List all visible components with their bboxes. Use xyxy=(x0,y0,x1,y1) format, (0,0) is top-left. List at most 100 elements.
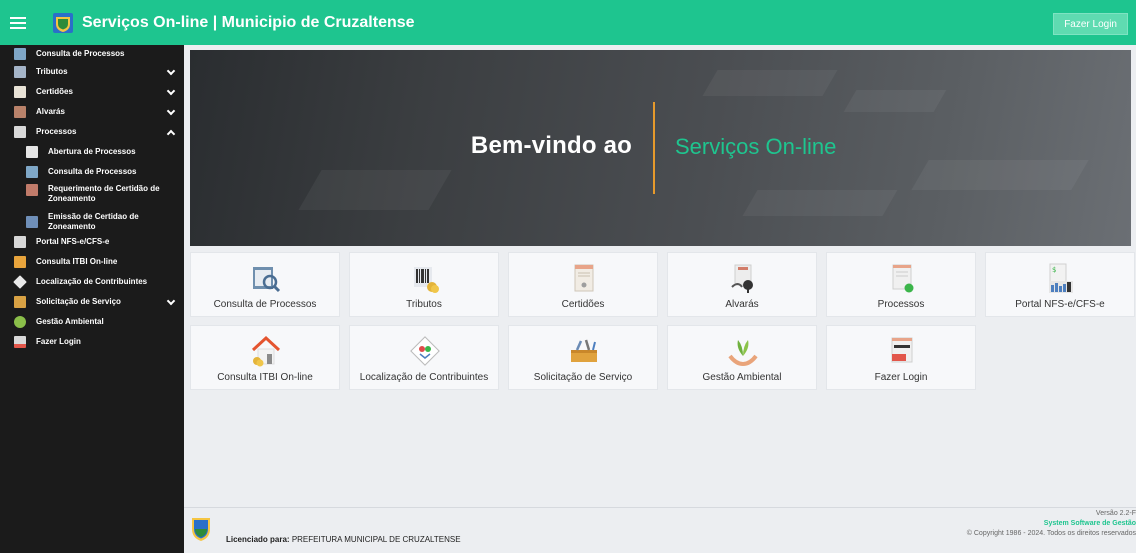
sidebar-item-tributos[interactable]: Tributos xyxy=(0,62,184,82)
sidebar-item-label: Solicitação de Serviço xyxy=(36,297,121,306)
card-label: Alvarás xyxy=(725,299,759,310)
chevron-down-icon[interactable] xyxy=(166,106,176,115)
permit-icon xyxy=(14,106,26,118)
sidebar-item-label: Portal NFS-e/CFS-e xyxy=(36,237,110,246)
emission-icon xyxy=(26,216,38,228)
top-bar: Serviços On-line | Municipio de Cruzalte… xyxy=(0,0,1136,45)
barcode-icon xyxy=(414,267,439,293)
sidebar-item-requerimento-zoneamento[interactable]: Requerimento de Certidão de Zoneamento xyxy=(0,182,184,212)
sidebar-item-label: Consulta de Processos xyxy=(36,48,125,58)
open-process-icon xyxy=(26,146,38,158)
welcome-banner: Bem-vindo ao Serviços On-line xyxy=(190,50,1131,246)
card-fazer-login[interactable]: Fazer Login xyxy=(826,325,976,390)
sidebar-item-consulta-processos[interactable]: Consulta de Processos xyxy=(0,45,184,62)
banner-divider xyxy=(653,102,655,194)
sidebar-item-solicitacao[interactable]: Solicitação de Serviço xyxy=(0,292,184,312)
sidebar-item-localizacao[interactable]: Localização de Contribuintes xyxy=(0,272,184,292)
app-title: Serviços On-line | Municipio de Cruzalte… xyxy=(82,13,415,31)
search-document-icon xyxy=(253,267,281,293)
sidebar-item-alvaras[interactable]: Alvarás xyxy=(0,102,184,122)
license-text: Licenciado para: PREFEITURA MUNICIPAL DE… xyxy=(226,535,461,544)
house-icon xyxy=(14,256,26,268)
card-alvaras[interactable]: Alvarás xyxy=(667,252,817,317)
main-content: Bem-vindo ao Serviços On-line Consulta d… xyxy=(184,45,1136,553)
card-label: Solicitação de Serviço xyxy=(533,372,633,383)
footer: Licenciado para: PREFEITURA MUNICIPAL DE… xyxy=(184,507,1136,553)
card-label: Consulta ITBI On-line xyxy=(217,372,313,383)
license-name: PREFEITURA MUNICIPAL DE CRUZALTENSE xyxy=(291,535,461,544)
toolbox-icon xyxy=(571,339,597,362)
card-certidoes[interactable]: Certidões xyxy=(508,252,658,317)
invoice-icon: $ xyxy=(1049,263,1073,293)
welcome-text: Bem-vindo ao xyxy=(470,132,632,159)
sidebar-item-label: Consulta de Processos xyxy=(48,167,137,176)
sidebar-item-emissao-zoneamento[interactable]: Emissão de Certidao de Zoneamento xyxy=(0,212,184,232)
card-localizacao[interactable]: Localização de Contribuintes xyxy=(349,325,499,390)
card-gestao-ambiental[interactable]: Gestão Ambiental xyxy=(667,325,817,390)
sidebar-item-consulta-processos-sub[interactable]: Consulta de Processos xyxy=(0,162,184,182)
plant-icon xyxy=(14,316,26,328)
plant-icon xyxy=(728,340,758,367)
svg-text:$: $ xyxy=(1052,266,1056,274)
version-text: Versão 2.2-F xyxy=(1095,510,1136,517)
card-portal-nfse[interactable]: $ Portal NFS-e/CFS-e xyxy=(985,252,1135,317)
search-document-icon xyxy=(14,47,26,60)
chevron-down-icon[interactable] xyxy=(166,66,176,75)
login-button[interactable]: Fazer Login xyxy=(1053,13,1128,35)
card-label: Consulta de Processos xyxy=(213,299,317,310)
card-label: Gestão Ambiental xyxy=(702,372,782,383)
card-itbi[interactable]: Consulta ITBI On-line xyxy=(190,325,340,390)
card-label: Processos xyxy=(877,299,925,310)
card-label: Localização de Contribuintes xyxy=(359,372,489,383)
certificate-icon xyxy=(14,86,26,98)
sidebar-item-label: Fazer Login xyxy=(36,337,81,346)
barcode-icon xyxy=(14,66,26,78)
license-prefix: Licenciado para: xyxy=(226,535,290,544)
card-solicitacao-servico[interactable]: Solicitação de Serviço xyxy=(508,325,658,390)
sidebar: Consulta de Processos Tributos Certidões… xyxy=(0,45,184,553)
map-pin-icon xyxy=(13,275,27,289)
system-link[interactable]: System Software de Gestão xyxy=(967,519,1136,529)
sidebar-item-label: Tributos xyxy=(36,67,68,76)
map-pin-icon xyxy=(410,336,440,366)
card-consulta-processos[interactable]: Consulta de Processos xyxy=(190,252,340,317)
hamburger-icon[interactable] xyxy=(0,0,36,45)
card-label: Fazer Login xyxy=(874,372,928,383)
sidebar-item-processos[interactable]: Processos xyxy=(0,122,184,142)
card-label: Tributos xyxy=(406,299,442,310)
sidebar-item-label: Gestão Ambiental xyxy=(36,317,104,326)
process-icon xyxy=(892,264,914,293)
sidebar-item-label: Localização de Contribuintes xyxy=(36,277,148,286)
chevron-down-icon[interactable] xyxy=(166,86,176,95)
certificate-icon xyxy=(574,264,594,292)
toolbox-icon xyxy=(14,296,26,308)
sidebar-item-label: Consulta ITBI On-line xyxy=(36,257,118,266)
invoice-icon xyxy=(14,236,26,248)
login-icon xyxy=(14,336,26,348)
chevron-down-icon[interactable] xyxy=(166,296,176,305)
municipal-crest-icon xyxy=(53,12,73,33)
house-icon xyxy=(251,335,281,367)
search-document-icon xyxy=(26,166,38,178)
copyright-text: © Copyright 1986 - 2024. Todos os direit… xyxy=(966,530,1136,537)
municipal-crest-icon xyxy=(192,518,210,541)
sidebar-item-itbi[interactable]: Consulta ITBI On-line xyxy=(0,252,184,272)
card-tributos[interactable]: Tributos xyxy=(349,252,499,317)
sidebar-item-label: Alvarás xyxy=(36,107,65,116)
permit-icon xyxy=(731,264,753,293)
sidebar-item-label: Processos xyxy=(36,127,77,136)
sidebar-item-abertura-processos[interactable]: Abertura de Processos xyxy=(0,142,184,162)
sidebar-item-label: Requerimento de Certidão de Zoneamento xyxy=(48,184,160,203)
sidebar-item-label: Abertura de Processos xyxy=(48,147,136,156)
sidebar-item-label: Emissão de Certidao de Zoneamento xyxy=(48,212,139,231)
process-icon xyxy=(14,126,26,138)
login-icon xyxy=(891,337,913,363)
sidebar-item-certidoes[interactable]: Certidões xyxy=(0,82,184,102)
chevron-up-icon[interactable] xyxy=(166,129,176,138)
sidebar-item-portal-nfse[interactable]: Portal NFS-e/CFS-e xyxy=(0,232,184,252)
sidebar-item-fazer-login[interactable]: Fazer Login xyxy=(0,332,184,352)
sidebar-item-label: Certidões xyxy=(36,87,73,96)
sidebar-item-gestao-ambiental[interactable]: Gestão Ambiental xyxy=(0,312,184,332)
card-label: Certidões xyxy=(561,299,605,310)
card-processos[interactable]: Processos xyxy=(826,252,976,317)
